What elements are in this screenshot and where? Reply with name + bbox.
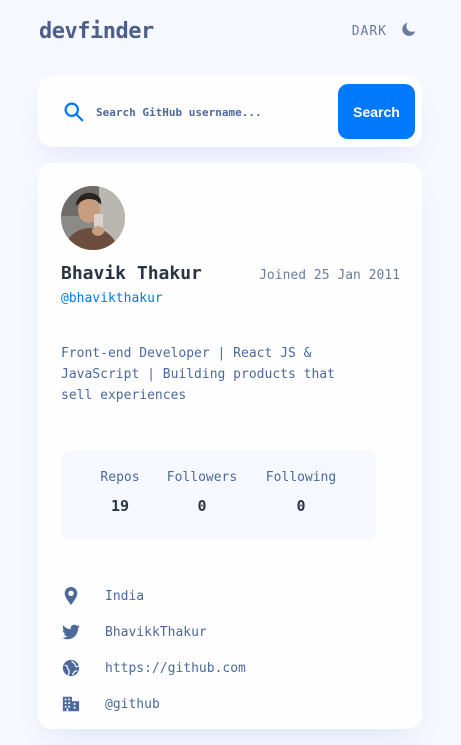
location-row: India	[61, 578, 246, 614]
stats-panel: Repos 19 Followers 0 Following 0	[61, 450, 376, 540]
location-pin-icon	[61, 586, 81, 606]
app-header: devfinder DARK	[39, 16, 417, 46]
search-bar: Search	[38, 76, 422, 147]
company-text: @github	[105, 696, 160, 712]
profile-bio: Front-end Developer | React JS & JavaScr…	[61, 346, 335, 403]
globe-icon	[61, 658, 81, 678]
joined-date: Joined 25 Jan 2011	[259, 268, 400, 283]
stat-repos-label: Repos	[100, 470, 140, 485]
stat-repos: Repos 19	[98, 470, 142, 515]
search-input[interactable]	[96, 100, 316, 124]
stat-followers: Followers 0	[165, 470, 239, 515]
profile-links: India BhavikkThakur https://github.com @…	[61, 578, 246, 722]
profile-login-link[interactable]: @bhavikthakur	[61, 291, 163, 306]
profile-card: Bhavik Thakur Joined 25 Jan 2011 @bhavik…	[38, 163, 422, 729]
stat-following: Following 0	[263, 470, 339, 515]
theme-label: DARK	[351, 23, 387, 39]
twitter-row: BhavikkThakur	[61, 614, 246, 650]
building-icon	[61, 694, 81, 714]
website-row: https://github.com	[61, 650, 246, 686]
website-link[interactable]: https://github.com	[105, 661, 246, 676]
twitter-handle[interactable]: BhavikkThakur	[105, 625, 207, 640]
stat-followers-value: 0	[197, 497, 207, 515]
moon-icon	[401, 21, 417, 41]
theme-toggle[interactable]: DARK	[352, 21, 417, 41]
search-button[interactable]: Search	[338, 84, 415, 139]
stat-repos-value: 19	[110, 497, 130, 515]
stat-following-value: 0	[296, 497, 306, 515]
location-text: India	[105, 588, 145, 604]
search-icon	[63, 101, 84, 122]
profile-name: Bhavik Thakur	[61, 263, 202, 284]
avatar	[61, 186, 125, 250]
company-row: @github	[61, 686, 246, 722]
stat-following-label: Following	[265, 470, 337, 485]
stat-followers-label: Followers	[166, 470, 238, 485]
app-logo: devfinder	[39, 18, 154, 44]
twitter-icon	[61, 622, 81, 642]
